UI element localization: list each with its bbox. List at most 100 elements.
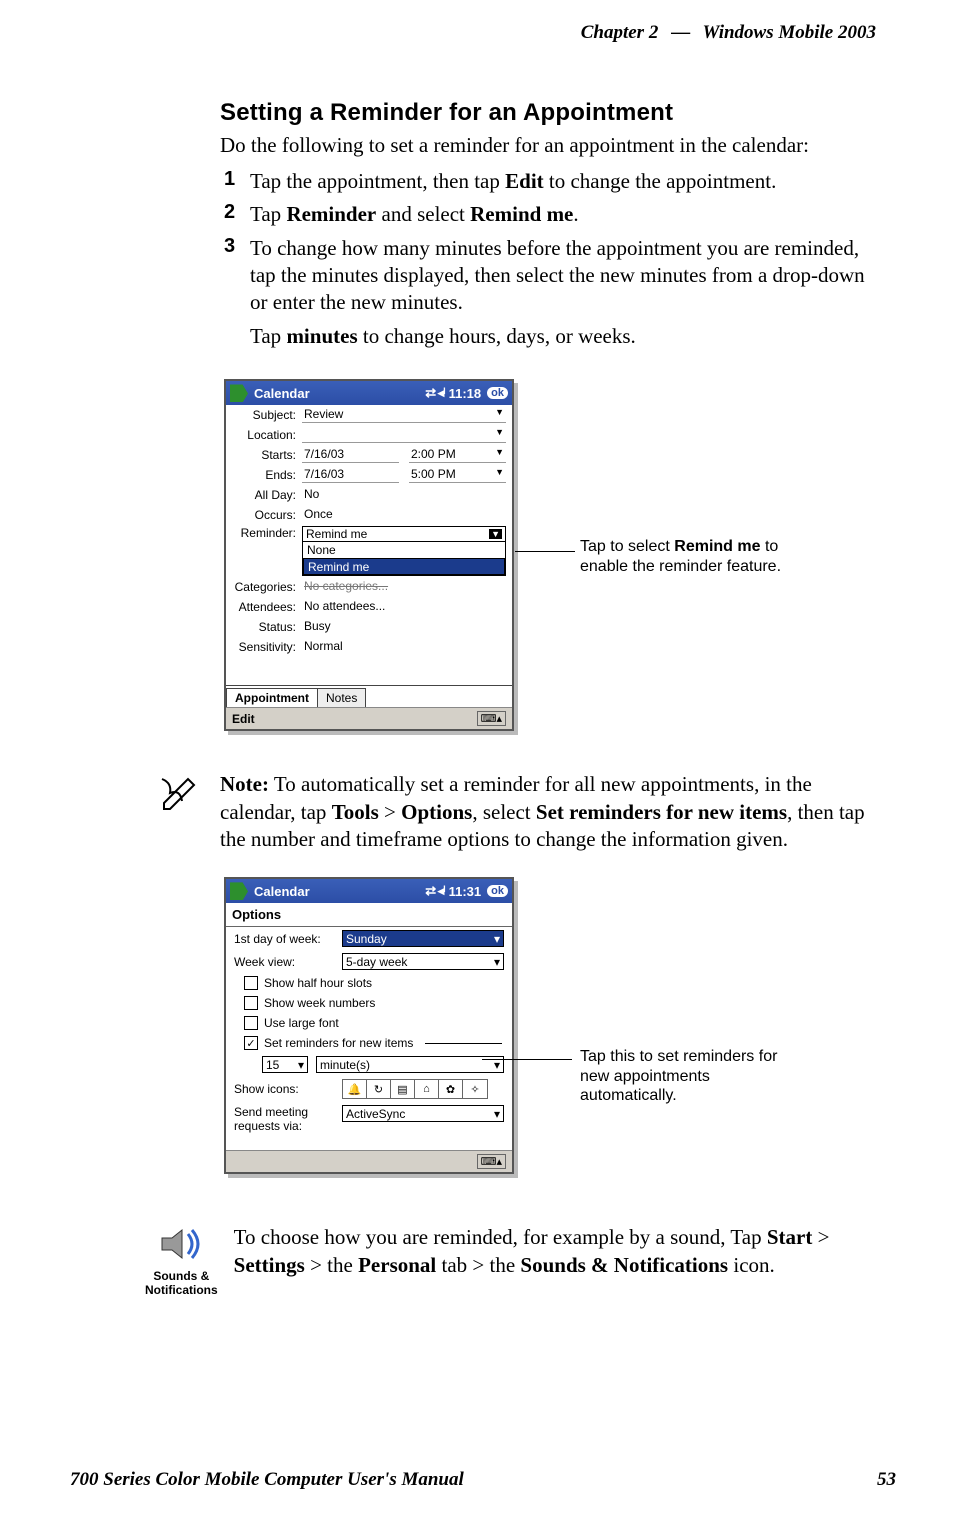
sendvia-select[interactable]: ActiveSync▾	[342, 1105, 504, 1122]
step-1: 1 Tap the appointment, then tap Edit to …	[224, 168, 876, 195]
status-label: Status:	[232, 620, 302, 634]
location-field[interactable]: ▼	[302, 427, 506, 443]
app-title: Calendar	[254, 884, 310, 899]
chevron-down-icon[interactable]: ▼	[495, 467, 504, 482]
firstday-select[interactable]: Sunday▾	[342, 930, 504, 947]
showicons-label: Show icons:	[234, 1082, 334, 1096]
show-icons-toolbar[interactable]: 🔔↻▤⌂✿✧	[342, 1079, 488, 1099]
sensitivity-label: Sensitivity:	[232, 640, 302, 654]
reminder-option-remind-me[interactable]: Remind me	[303, 558, 505, 575]
chevron-down-icon[interactable]: ▾	[494, 955, 500, 969]
callout-2: Tap this to set reminders for new appoin…	[580, 1047, 800, 1105]
sounds-icon-column: Sounds & Notifications	[145, 1224, 218, 1297]
calendar-edit-screenshot: Calendar ⇄ ◂ᴵ 11:18 ok Subject:Review▼ L…	[224, 379, 514, 731]
product-name: Windows Mobile 2003	[703, 22, 877, 43]
tab-notes[interactable]: Notes	[317, 688, 366, 707]
step-text: Tap the appointment, then tap Edit to ch…	[250, 168, 876, 195]
step-num: 3	[224, 235, 250, 317]
reminder-qty-select[interactable]: 15▾	[262, 1056, 308, 1073]
ends-date-field[interactable]: 7/16/03	[302, 467, 399, 483]
step-num: 2	[224, 201, 250, 228]
weekview-label: Week view:	[234, 955, 334, 969]
step-text: To change how many minutes before the ap…	[250, 235, 876, 317]
birthday-icon[interactable]: ✿	[439, 1080, 463, 1098]
half-hour-checkbox[interactable]	[244, 976, 258, 990]
categories-field[interactable]: No categories...	[302, 579, 506, 595]
chevron-down-icon[interactable]: ▼	[495, 407, 504, 422]
chevron-down-icon[interactable]: ▾	[494, 932, 500, 946]
bell-icon[interactable]: 🔔	[343, 1080, 367, 1098]
sensitivity-field[interactable]: Normal	[302, 639, 506, 655]
reminder-dropdown[interactable]: Remind me▼ None Remind me	[302, 526, 506, 576]
half-hour-label: Show half hour slots	[264, 976, 372, 990]
manual-title: 700 Series Color Mobile Computer User's …	[70, 1469, 464, 1491]
recur-icon[interactable]: ↻	[367, 1080, 391, 1098]
set-reminders-checkbox[interactable]: ✓	[244, 1036, 258, 1050]
firstday-label: 1st day of week:	[234, 932, 334, 946]
chevron-down-icon[interactable]: ▼	[495, 427, 504, 442]
large-font-checkbox[interactable]	[244, 1016, 258, 1030]
status-field[interactable]: Busy	[302, 619, 506, 635]
signal-icon: ⇄ ◂ᴵ	[425, 385, 444, 401]
ends-time-field[interactable]: 5:00 PM▼	[409, 467, 506, 483]
step-text: Tap Reminder and select Remind me.	[250, 201, 876, 228]
tab-appointment[interactable]: Appointment	[226, 688, 318, 707]
page-header: Chapter 2 — Windows Mobile 2003	[70, 22, 896, 44]
page-number: 53	[877, 1469, 896, 1491]
callout-line	[515, 551, 575, 552]
sounds-icon-label: Sounds & Notifications	[145, 1269, 218, 1297]
start-flag-icon[interactable]	[230, 384, 248, 402]
step-2: 2 Tap Reminder and select Remind me.	[224, 201, 876, 228]
key-icon[interactable]: ✧	[463, 1080, 487, 1098]
step-3: 3 To change how many minutes before the …	[224, 235, 876, 317]
section-intro: Do the following to set a reminder for a…	[220, 133, 876, 158]
content-column: Setting a Reminder for an Appointment Do…	[220, 99, 876, 1297]
note-row: Note: To automatically set a reminder fo…	[160, 771, 876, 853]
keyboard-icon[interactable]: ⌨▴	[477, 711, 506, 726]
section-title: Setting a Reminder for an Appointment	[220, 99, 876, 127]
callout-line-2	[482, 1059, 572, 1060]
attendees-field[interactable]: No attendees...	[302, 599, 506, 615]
keyboard-icon[interactable]: ⌨▴	[477, 1154, 506, 1169]
note-icon[interactable]: ▤	[391, 1080, 415, 1098]
chevron-down-icon[interactable]: ▾	[494, 1107, 500, 1121]
step-num: 1	[224, 168, 250, 195]
note-icon	[160, 771, 204, 811]
large-font-label: Use large font	[264, 1016, 339, 1030]
starts-date-field[interactable]: 7/16/03	[302, 447, 399, 463]
titlebar: Calendar ⇄ ◂ᴵ 11:31 ok	[226, 879, 512, 903]
starts-time-field[interactable]: 2:00 PM▼	[409, 447, 506, 463]
note-text: Note: To automatically set a reminder fo…	[220, 771, 876, 853]
weekview-select[interactable]: 5-day week▾	[342, 953, 504, 970]
occurs-field[interactable]: Once	[302, 507, 506, 523]
chevron-down-icon[interactable]: ▾	[298, 1058, 304, 1072]
clock: 11:18	[449, 386, 482, 401]
speaker-icon	[158, 1224, 204, 1264]
signal-icon: ⇄ ◂ᴵ	[425, 883, 444, 899]
steps-list: 1 Tap the appointment, then tap Edit to …	[224, 168, 876, 316]
location-label: Location:	[232, 428, 302, 442]
ok-button[interactable]: ok	[487, 387, 508, 399]
sendvia-label: Send meeting requests via:	[234, 1105, 334, 1133]
week-numbers-checkbox[interactable]	[244, 996, 258, 1010]
chevron-down-icon[interactable]: ▼	[489, 529, 502, 539]
ends-label: Ends:	[232, 468, 302, 482]
allday-label: All Day:	[232, 488, 302, 502]
set-reminders-label: Set reminders for new items	[264, 1036, 413, 1050]
titlebar: Calendar ⇄ ◂ᴵ 11:18 ok	[226, 381, 512, 405]
edit-menu[interactable]: Edit	[232, 712, 255, 726]
reminder-unit-select[interactable]: minute(s)▾	[316, 1056, 504, 1073]
chevron-down-icon[interactable]: ▼	[495, 447, 504, 462]
header-dash: —	[671, 22, 690, 43]
callout-1: Tap to select Remind me to enable the re…	[580, 537, 800, 575]
home-icon[interactable]: ⌂	[415, 1080, 439, 1098]
reminder-field-label: Reminder:	[232, 526, 302, 540]
app-title: Calendar	[254, 386, 310, 401]
ok-button[interactable]: ok	[487, 885, 508, 897]
starts-label: Starts:	[232, 448, 302, 462]
reminder-option-none[interactable]: None	[303, 542, 505, 558]
reminder-label: Reminder	[286, 202, 376, 226]
start-flag-icon[interactable]	[230, 882, 248, 900]
subject-field[interactable]: Review▼	[302, 407, 506, 423]
allday-field[interactable]: No	[302, 487, 506, 503]
